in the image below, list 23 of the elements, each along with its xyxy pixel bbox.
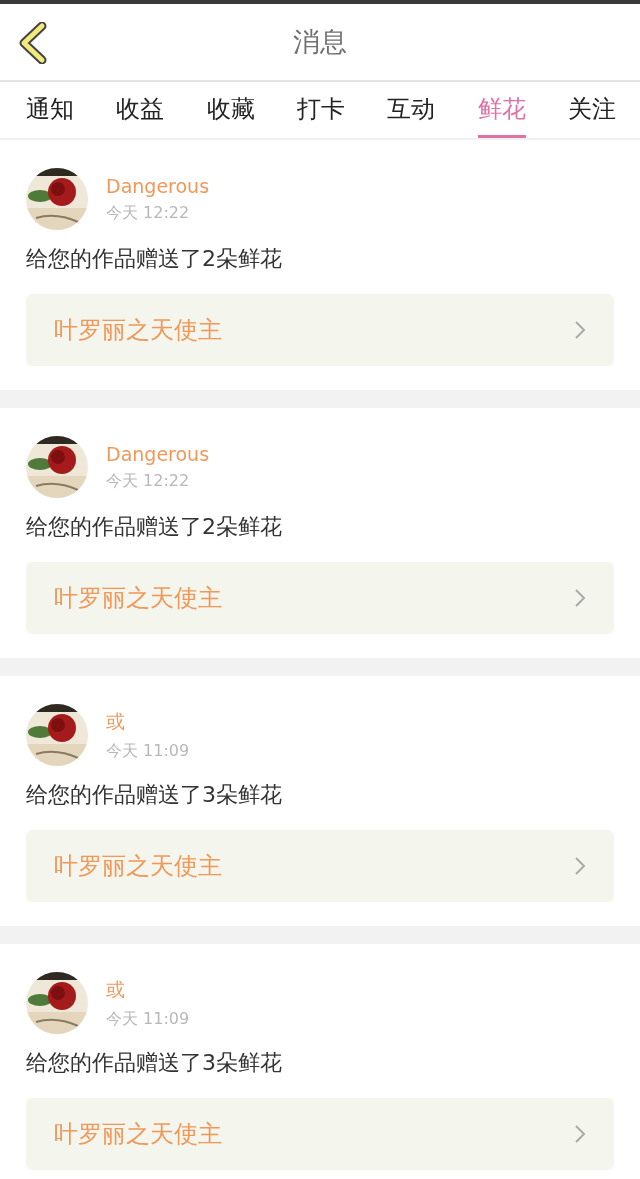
- message-text: 给您的作品赠送了3朵鲜花: [26, 1049, 282, 1077]
- page-title: 消息: [293, 25, 347, 59]
- chevron-icon: [574, 588, 586, 608]
- timestamp: 今天 12:22: [106, 470, 190, 492]
- sender-name: 或: [106, 976, 125, 1002]
- sender-name: Dangerous: [106, 174, 210, 197]
- sender-name: Dangerous: [106, 442, 210, 465]
- timestamp: 今天 11:09: [106, 1008, 190, 1030]
- tab[interactable]: 打卡: [297, 82, 345, 138]
- sender-name: 或: [106, 708, 125, 734]
- message-text: 给您的作品赠送了3朵鲜花: [26, 781, 282, 809]
- tab[interactable]: 互动: [387, 82, 436, 138]
- tab[interactable]: 收藏: [206, 82, 255, 138]
- tab[interactable]: 收益: [116, 82, 165, 138]
- timestamp: 今天 12:22: [106, 202, 190, 224]
- chevron-icon: [574, 856, 586, 876]
- tab[interactable]: 通知: [26, 82, 74, 138]
- chevron-icon: [574, 1124, 586, 1144]
- message-text: 给您的作品赠送了2朵鲜花: [26, 245, 282, 273]
- timestamp: 今天 11:09: [106, 740, 190, 762]
- message-text: 给您的作品赠送了2朵鲜花: [26, 513, 282, 541]
- chevron-icon: [574, 320, 586, 340]
- tab[interactable]: 关注: [567, 82, 616, 138]
